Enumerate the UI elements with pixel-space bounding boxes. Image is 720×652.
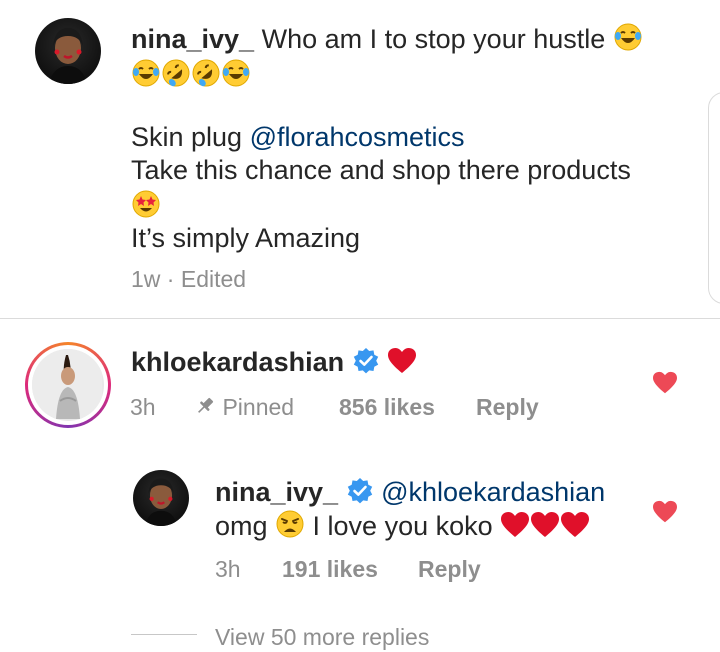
emoji-line [131, 58, 251, 90]
view-replies-line [131, 634, 197, 635]
likes-count[interactable]: 191 likes [282, 556, 378, 583]
red-heart-icon [530, 511, 560, 547]
timestamp: 3h [130, 394, 156, 420]
comment-text: Skin plug [131, 122, 250, 152]
timestamp: 3h [215, 556, 241, 582]
rofl-icon [161, 58, 191, 93]
like-heart-icon[interactable] [652, 371, 678, 395]
view-more-replies-button[interactable]: View 50 more replies [215, 624, 429, 651]
like-heart-icon[interactable] [652, 500, 678, 524]
comment-username[interactable]: khloekardashian [131, 347, 344, 377]
laugh-tears-icon [131, 58, 161, 93]
laugh-tears-icon [613, 22, 643, 60]
rofl-icon [191, 58, 221, 93]
divider [0, 318, 720, 319]
separator-dot: · [166, 266, 175, 292]
verified-badge-icon [352, 347, 380, 383]
avatar[interactable] [133, 470, 189, 526]
comment-text: Who am I to stop your hustle [261, 24, 606, 54]
verified-badge-icon [346, 477, 374, 513]
comment-text: Take this chance and shop there products [131, 155, 631, 185]
pinned-label: Pinned [222, 394, 295, 420]
reply-button[interactable]: Reply [418, 556, 481, 583]
reply-text: omg [215, 511, 276, 541]
reply-button[interactable]: Reply [476, 394, 539, 421]
comment-username[interactable]: nina_ivy_ [131, 24, 254, 54]
reply-text: I love you koko [305, 511, 501, 541]
red-heart-icon [387, 347, 417, 383]
mention-link[interactable]: @florahcosmetics [250, 122, 465, 152]
star-struck-icon [131, 189, 161, 224]
reply-username[interactable]: nina_ivy_ [215, 477, 338, 507]
avatar[interactable] [35, 18, 101, 84]
mention-link[interactable]: @khloekardashian [381, 477, 605, 507]
red-heart-icon [500, 511, 530, 547]
edited-label: Edited [180, 266, 247, 292]
avatar-story-ring[interactable] [25, 342, 111, 428]
red-heart-icon [560, 511, 590, 547]
likes-count[interactable]: 856 likes [339, 394, 435, 421]
pin-icon [194, 395, 216, 422]
avatar [32, 349, 104, 421]
timestamp: 1w [131, 266, 161, 292]
weary-face-icon [275, 509, 305, 547]
laugh-tears-icon [221, 58, 251, 93]
comment-text: It’s simply Amazing [131, 223, 361, 253]
side-panel-edge [708, 92, 720, 304]
